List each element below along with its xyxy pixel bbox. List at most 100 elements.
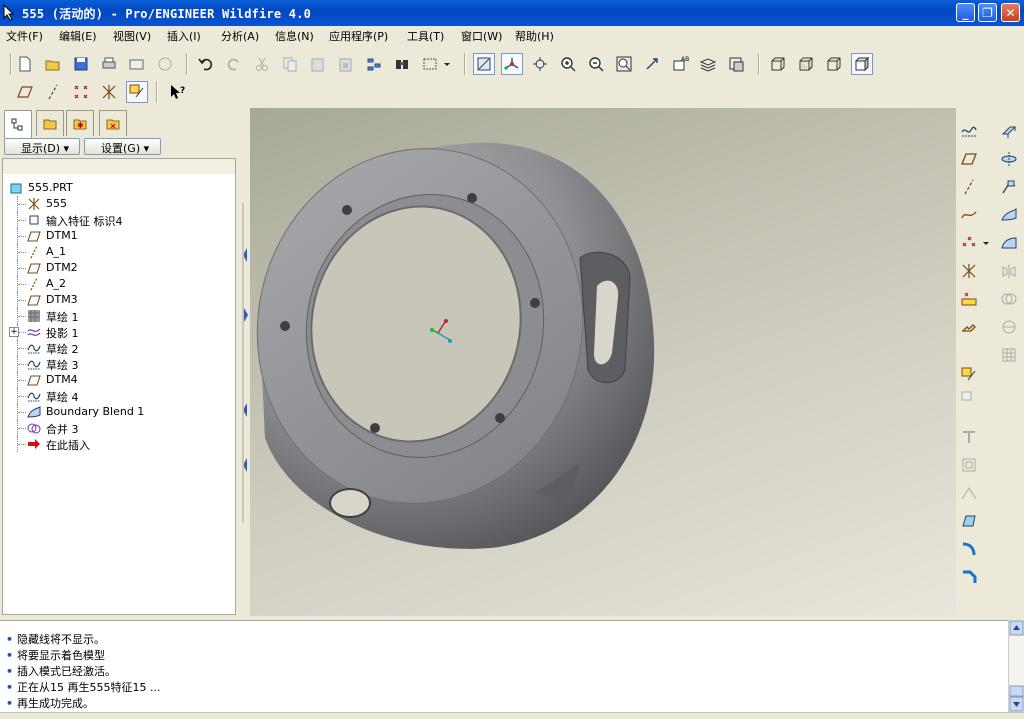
datum-curve-tool-icon[interactable] <box>958 204 980 226</box>
tree-item-label: 草绘 2 <box>46 343 79 356</box>
point-tool-chevron-down-icon[interactable] <box>980 232 992 254</box>
tree-item[interactable]: DTM3 <box>3 292 235 308</box>
refit-icon[interactable] <box>613 53 635 75</box>
datum-plane-display-icon[interactable] <box>14 81 36 103</box>
view-manager-icon[interactable] <box>725 53 747 75</box>
message-line: • 将要显示着色模型 <box>6 649 106 662</box>
csys-display-icon[interactable] <box>98 81 120 103</box>
hole-tool-icon <box>958 426 980 448</box>
hidden-line-icon[interactable] <box>795 53 817 75</box>
reorient-icon[interactable] <box>641 53 663 75</box>
graphics-window[interactable] <box>250 108 956 616</box>
layers-icon[interactable] <box>697 53 719 75</box>
tree-guide-line <box>17 356 26 372</box>
datum-sketch-curve-icon[interactable] <box>958 120 980 142</box>
tree-item[interactable]: 草绘 4 <box>3 388 235 404</box>
send-mail-icon[interactable] <box>126 53 148 75</box>
datum-axis-display-icon[interactable] <box>42 81 64 103</box>
tab-favorites[interactable]: ✱ <box>66 110 94 136</box>
boundary-blend-tool-icon[interactable] <box>998 204 1020 226</box>
select-dropdown-chevron-down-icon[interactable] <box>441 53 453 75</box>
surface-tool-icon[interactable] <box>998 232 1020 254</box>
tree-item[interactable]: DTM1 <box>3 228 235 244</box>
show-dropdown-button[interactable]: 显示(D) ▾ <box>4 138 80 155</box>
tree-guide-line <box>17 276 26 292</box>
print-icon[interactable] <box>98 53 120 75</box>
maximize-button[interactable]: ❐ <box>978 3 997 22</box>
datum-plane-tool-icon[interactable] <box>958 148 980 170</box>
menu-analysis[interactable]: 分析(A) <box>221 28 259 44</box>
panel-splitter[interactable] <box>241 108 250 616</box>
tree-item[interactable]: 输入特征 标识4 <box>3 212 235 228</box>
extrude-icon[interactable] <box>998 120 1020 142</box>
tree-item[interactable]: A_2 <box>3 276 235 292</box>
open-folder-icon[interactable] <box>42 53 64 75</box>
menu-edit[interactable]: 编辑(E) <box>59 28 97 44</box>
saved-views-icon[interactable]: AB <box>669 53 691 75</box>
annotation-display-icon[interactable] <box>126 81 148 103</box>
tree-item[interactable]: 合并 3 <box>3 420 235 436</box>
zoom-in-icon[interactable] <box>557 53 579 75</box>
expand-plus-icon[interactable]: + <box>9 327 19 337</box>
tree-item[interactable]: 草绘 1 <box>3 308 235 324</box>
message-scrollbar[interactable] <box>1008 620 1024 712</box>
menu-file[interactable]: 文件(F) <box>6 28 43 44</box>
tree-item-label: Boundary Blend 1 <box>46 405 145 418</box>
menu-help[interactable]: 帮助(H) <box>515 28 554 44</box>
tree-guide-line <box>17 196 26 212</box>
tree-item[interactable]: 草绘 2 <box>3 340 235 356</box>
tree-item[interactable]: 在此插入 <box>3 436 235 452</box>
datum-axis-tool-icon[interactable] <box>958 176 980 198</box>
tree-guide-line <box>17 372 26 388</box>
datum-point-tool-icon[interactable] <box>958 232 980 254</box>
menu-window[interactable]: 窗口(W) <box>461 28 502 44</box>
menu-info[interactable]: 信息(N) <box>275 28 314 44</box>
annotation-feature-icon[interactable] <box>958 364 980 386</box>
undo-icon[interactable] <box>195 53 217 75</box>
context-help-icon[interactable]: ? <box>166 81 188 103</box>
draft-tool-icon[interactable] <box>958 510 980 532</box>
no-hidden-icon[interactable] <box>823 53 845 75</box>
tree-item[interactable]: DTM4 <box>3 372 235 388</box>
revolve-icon[interactable] <box>998 148 1020 170</box>
spin-center-icon[interactable] <box>501 53 523 75</box>
tree-item[interactable]: 草绘 3 <box>3 356 235 372</box>
save-icon[interactable] <box>70 53 92 75</box>
select-box-icon[interactable] <box>419 53 441 75</box>
tab-folder-browser[interactable] <box>36 110 64 136</box>
wireframe-icon[interactable] <box>767 53 789 75</box>
menu-insert[interactable]: 插入(I) <box>167 28 201 44</box>
tree-item[interactable]: DTM2 <box>3 260 235 276</box>
zoom-out-icon[interactable] <box>585 53 607 75</box>
chamfer-tool-icon[interactable] <box>958 566 980 588</box>
svg-text:✱: ✱ <box>77 121 84 130</box>
datum-point-display-icon[interactable] <box>70 81 92 103</box>
repaint-icon[interactable] <box>473 53 495 75</box>
chain-link-icon[interactable] <box>958 316 980 338</box>
toolbar-separator <box>156 81 158 103</box>
regenerate-icon[interactable] <box>363 53 385 75</box>
menu-tools[interactable]: 工具(T) <box>407 28 444 44</box>
tree-item[interactable]: + 投影 1 <box>3 324 235 340</box>
tree-item[interactable]: A_1 <box>3 244 235 260</box>
menu-view[interactable]: 视图(V) <box>113 28 151 44</box>
tab-model-tree[interactable] <box>4 110 32 138</box>
tab-connections[interactable] <box>99 110 127 136</box>
find-icon[interactable] <box>391 53 413 75</box>
app-icon[interactable] <box>3 4 17 20</box>
orient-mode-icon[interactable] <box>529 53 551 75</box>
datum-csys-tool-icon[interactable] <box>958 260 980 282</box>
shading-icon[interactable] <box>851 53 873 75</box>
round-tool-icon[interactable] <box>958 538 980 560</box>
minimize-button[interactable]: _ <box>956 3 975 22</box>
tree-item[interactable]: 555 <box>3 196 235 212</box>
menu-applications[interactable]: 应用程序(P) <box>329 28 388 44</box>
close-button[interactable]: ✕ <box>1001 3 1020 22</box>
analysis-feature-icon[interactable] <box>958 288 980 310</box>
tree-item[interactable]: Boundary Blend 1 <box>3 404 235 420</box>
model-3d-view <box>256 142 655 549</box>
sweep-icon[interactable] <box>998 176 1020 198</box>
new-file-icon[interactable] <box>14 53 36 75</box>
tree-item[interactable]: 555.PRT <box>3 180 235 196</box>
settings-dropdown-button[interactable]: 设置(G) ▾ <box>84 138 161 155</box>
